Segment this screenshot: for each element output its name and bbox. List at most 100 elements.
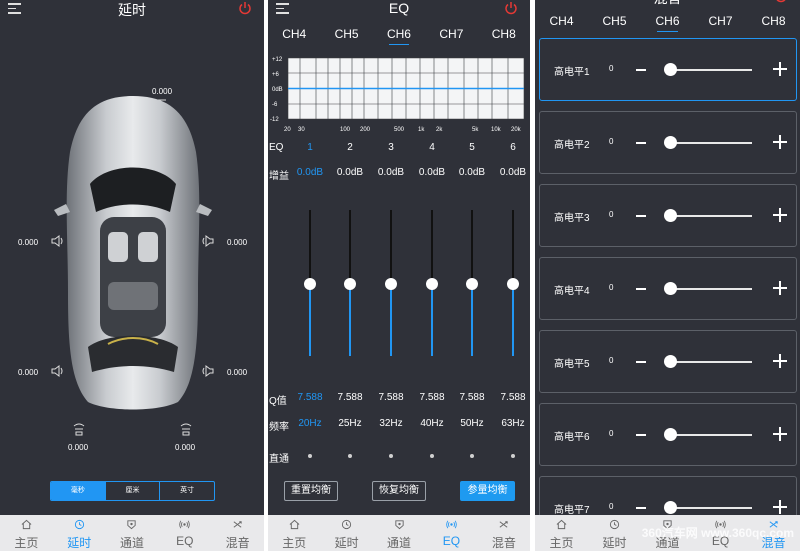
bypass-toggle[interactable] <box>430 454 434 458</box>
increase-button[interactable] <box>773 62 787 76</box>
mix-slider-knob[interactable] <box>664 355 677 368</box>
decrease-button[interactable] <box>636 361 646 363</box>
subwoofer-left-icon[interactable] <box>72 422 86 436</box>
nav-mix[interactable]: 混音 <box>211 515 264 551</box>
bypass-toggle[interactable] <box>511 454 515 458</box>
band-gain[interactable]: 0.0dB <box>330 167 370 178</box>
nav-home[interactable]: 主页 <box>0 515 53 551</box>
nav-eq[interactable]: EQ <box>158 515 211 551</box>
decrease-button[interactable] <box>636 69 646 71</box>
power-icon[interactable] <box>774 0 788 3</box>
increase-button[interactable] <box>773 427 787 441</box>
nav-home[interactable]: 主页 <box>268 515 320 551</box>
unit-ms-option[interactable]: 毫秒 <box>51 482 106 500</box>
unit-inch-option[interactable]: 英寸 <box>160 482 214 500</box>
mix-slider[interactable] <box>668 69 752 71</box>
mix-slider[interactable] <box>668 507 752 509</box>
speaker-rear-right-icon[interactable] <box>201 364 215 378</box>
band-q[interactable]: 7.588 <box>371 392 411 403</box>
decrease-button[interactable] <box>636 288 646 290</box>
band-q[interactable]: 7.588 <box>412 392 452 403</box>
decrease-button[interactable] <box>636 142 646 144</box>
band-number[interactable]: 4 <box>412 142 452 153</box>
mix-slider[interactable] <box>668 361 752 363</box>
reset-eq-button[interactable]: 重置均衡 <box>284 481 338 501</box>
band-freq[interactable]: 20Hz <box>290 418 330 429</box>
power-icon[interactable] <box>238 1 252 15</box>
eq-response-graph[interactable]: +12 +6 0dB -6 -12 20 30 100 200 500 1k 2… <box>268 55 530 137</box>
mix-slider[interactable] <box>668 215 752 217</box>
tab-ch6[interactable]: CH6 <box>655 14 680 32</box>
tab-ch7[interactable]: CH7 <box>439 27 463 45</box>
speaker-front-left-icon[interactable] <box>50 234 64 248</box>
mix-slider-knob[interactable] <box>664 63 677 76</box>
tab-ch4[interactable]: CH4 <box>549 14 573 32</box>
mix-slider-knob[interactable] <box>664 282 677 295</box>
nav-home[interactable]: 主页 <box>535 515 588 551</box>
mix-slider-knob[interactable] <box>664 136 677 149</box>
nav-eq[interactable]: EQ <box>425 515 477 551</box>
band-freq[interactable]: 25Hz <box>330 418 370 429</box>
gain-slider[interactable] <box>385 210 397 356</box>
slider-knob[interactable] <box>304 278 316 290</box>
band-gain[interactable]: 0.0dB <box>493 167 530 178</box>
band-freq[interactable]: 32Hz <box>371 418 411 429</box>
tab-ch7[interactable]: CH7 <box>708 14 732 32</box>
subwoofer-right-icon[interactable] <box>179 422 193 436</box>
band-freq[interactable]: 40Hz <box>412 418 452 429</box>
nav-delay[interactable]: 延时 <box>588 515 641 551</box>
decrease-button[interactable] <box>636 215 646 217</box>
band-freq[interactable]: 63Hz <box>493 418 530 429</box>
gain-slider[interactable] <box>507 210 519 356</box>
increase-button[interactable] <box>773 354 787 368</box>
band-number[interactable]: 6 <box>493 142 530 153</box>
band-number[interactable]: 2 <box>330 142 370 153</box>
nav-delay[interactable]: 延时 <box>53 515 106 551</box>
slider-knob[interactable] <box>426 278 438 290</box>
mix-slider-knob[interactable] <box>664 501 677 514</box>
band-gain[interactable]: 0.0dB <box>412 167 452 178</box>
mix-slider[interactable] <box>668 142 752 144</box>
tab-ch5[interactable]: CH5 <box>335 27 359 45</box>
nav-mix[interactable]: 混音 <box>478 515 530 551</box>
tab-ch4[interactable]: CH4 <box>282 27 306 45</box>
gain-slider[interactable] <box>304 210 316 356</box>
increase-button[interactable] <box>773 135 787 149</box>
bypass-toggle[interactable] <box>308 454 312 458</box>
mix-slider-knob[interactable] <box>664 209 677 222</box>
gain-slider[interactable] <box>426 210 438 356</box>
slider-knob[interactable] <box>344 278 356 290</box>
increase-button[interactable] <box>773 281 787 295</box>
gain-slider[interactable] <box>344 210 356 356</box>
tab-ch6[interactable]: CH6 <box>387 27 411 45</box>
unit-cm-option[interactable]: 厘米 <box>106 482 161 500</box>
mix-slider[interactable] <box>668 288 752 290</box>
increase-button[interactable] <box>773 500 787 514</box>
band-number[interactable]: 3 <box>371 142 411 153</box>
mix-slider-knob[interactable] <box>664 428 677 441</box>
tab-ch8[interactable]: CH8 <box>761 14 785 32</box>
band-q[interactable]: 7.588 <box>452 392 492 403</box>
speaker-front-right-icon[interactable] <box>201 234 215 248</box>
bypass-toggle[interactable] <box>470 454 474 458</box>
band-q[interactable]: 7.588 <box>330 392 370 403</box>
band-gain[interactable]: 0.0dB <box>371 167 411 178</box>
slider-knob[interactable] <box>385 278 397 290</box>
band-gain[interactable]: 0.0dB <box>290 167 330 178</box>
slider-knob[interactable] <box>507 278 519 290</box>
band-q[interactable]: 7.588 <box>290 392 330 403</box>
band-freq[interactable]: 50Hz <box>452 418 492 429</box>
bypass-toggle[interactable] <box>389 454 393 458</box>
restore-eq-button[interactable]: 恢复均衡 <box>372 481 426 501</box>
increase-button[interactable] <box>773 208 787 222</box>
band-number[interactable]: 5 <box>452 142 492 153</box>
band-number[interactable]: 1 <box>290 142 330 153</box>
band-q[interactable]: 7.588 <box>493 392 530 403</box>
mix-slider[interactable] <box>668 434 752 436</box>
parametric-eq-button[interactable]: 参量均衡 <box>460 481 515 501</box>
decrease-button[interactable] <box>636 507 646 509</box>
nav-delay[interactable]: 延时 <box>320 515 372 551</box>
gain-slider[interactable] <box>466 210 478 356</box>
nav-channel[interactable]: 通道 <box>106 515 159 551</box>
power-icon[interactable] <box>504 1 518 15</box>
